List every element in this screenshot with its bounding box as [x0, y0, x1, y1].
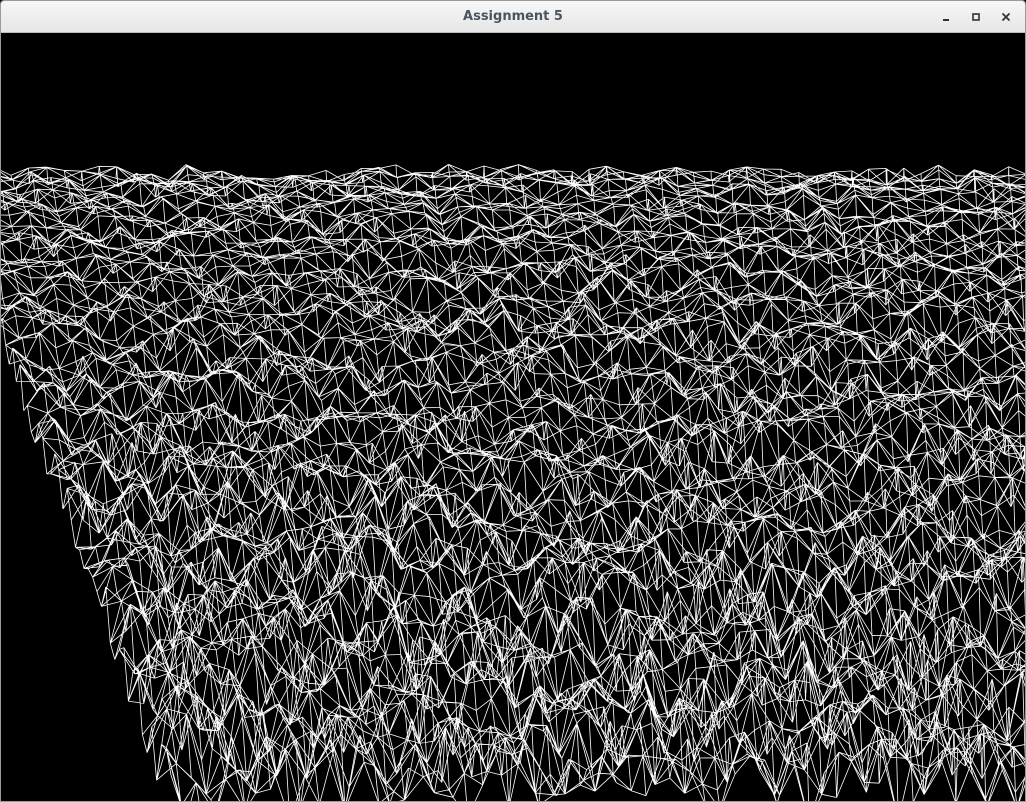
window-controls: [931, 1, 1021, 33]
window-title: Assignment 5: [463, 9, 563, 24]
render-viewport[interactable]: [1, 33, 1025, 801]
minimize-button[interactable]: [931, 3, 961, 31]
app-window: Assignment 5: [0, 0, 1026, 802]
terrain-wireframe: [1, 164, 1025, 801]
maximize-button[interactable]: [961, 3, 991, 31]
close-icon: [1002, 13, 1010, 21]
minimize-icon: [943, 19, 949, 21]
maximize-icon: [972, 13, 980, 21]
title-bar[interactable]: Assignment 5: [1, 1, 1025, 33]
close-button[interactable]: [991, 3, 1021, 31]
mesh-lines: [1, 164, 1025, 801]
